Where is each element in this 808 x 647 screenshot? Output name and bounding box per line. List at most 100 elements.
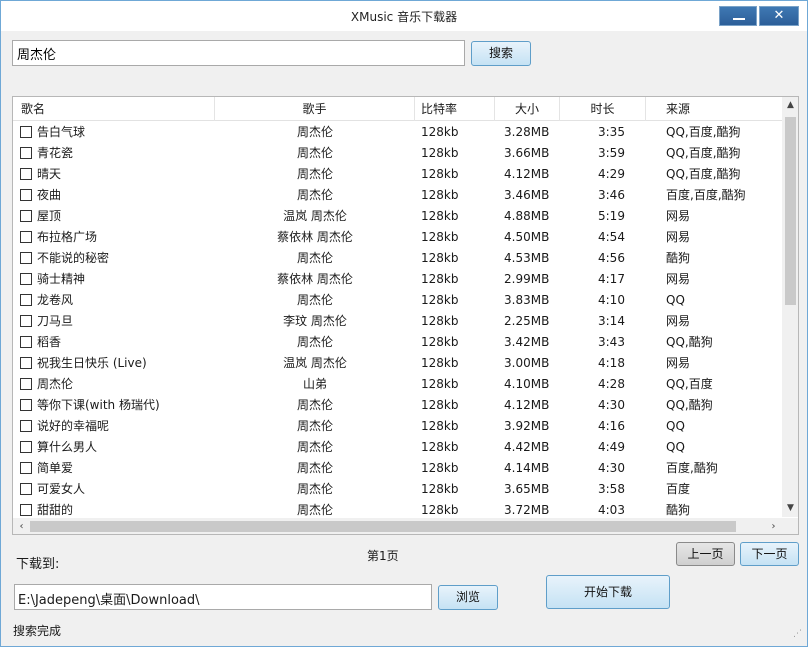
cell-bitrate: 128kb	[421, 209, 459, 223]
cell-name: 可爱女人	[37, 482, 86, 496]
cell-bitrate: 128kb	[421, 398, 459, 412]
scroll-down-icon[interactable]: ▼	[782, 500, 798, 517]
row-checkbox[interactable]	[20, 189, 32, 201]
row-checkbox[interactable]	[20, 357, 32, 369]
table-row[interactable]: 稻香 周杰伦 128kb 3.42MB 3:43 QQ,酷狗	[13, 332, 782, 353]
cell-duration: 4:56	[598, 251, 625, 265]
horizontal-scrollbar[interactable]: ‹ ›	[13, 518, 798, 534]
table-row[interactable]: 晴天 周杰伦 128kb 4.12MB 4:29 QQ,百度,酷狗	[13, 164, 782, 185]
cell-source: QQ	[666, 440, 685, 454]
cell-bitrate: 128kb	[421, 125, 459, 139]
close-button[interactable]: ✕	[759, 6, 799, 26]
row-checkbox[interactable]	[20, 168, 32, 180]
resize-grip-icon[interactable]: ⋰	[793, 629, 805, 641]
column-header-size[interactable]: 大小	[495, 97, 560, 121]
cell-bitrate: 128kb	[421, 419, 459, 433]
table-row[interactable]: 等你下课(with 杨瑞代) 周杰伦 128kb 4.12MB 4:30 QQ,酷狗	[13, 395, 782, 416]
row-checkbox[interactable]	[20, 483, 32, 495]
row-checkbox[interactable]	[20, 504, 32, 516]
scroll-left-icon[interactable]: ‹	[13, 518, 30, 534]
table-row[interactable]: 算什么男人 周杰伦 128kb 4.42MB 4:49 QQ	[13, 437, 782, 458]
cell-singer: 周杰伦	[296, 482, 333, 496]
cell-size: 3.28MB	[504, 125, 550, 139]
column-header-source[interactable]: 来源	[646, 97, 782, 121]
horizontal-scroll-thumb[interactable]	[30, 521, 736, 532]
column-header-name[interactable]: 歌名	[13, 97, 215, 121]
vertical-scrollbar[interactable]: ▲ ▼	[782, 97, 798, 517]
table-row[interactable]: 龙卷风 周杰伦 128kb 3.83MB 4:10 QQ	[13, 290, 782, 311]
cell-name: 刀马旦	[37, 314, 74, 328]
table-row[interactable]: 骑士精神 蔡依林 周杰伦 128kb 2.99MB 4:17 网易	[13, 269, 782, 290]
cell-singer: 周杰伦	[296, 251, 333, 265]
cell-size: 4.12MB	[504, 167, 550, 181]
table-row[interactable]: 周杰伦 山弟 128kb 4.10MB 4:28 QQ,百度	[13, 374, 782, 395]
browse-button[interactable]: 浏览	[438, 585, 498, 610]
cell-size: 4.12MB	[504, 398, 550, 412]
results-table: 歌名 歌手 比特率 大小 时长 来源 告白气球 周杰伦 128kb 3.28MB 3:3…	[12, 96, 799, 535]
row-checkbox[interactable]	[20, 210, 32, 222]
cell-source: 网易	[666, 272, 691, 286]
cell-bitrate: 128kb	[421, 482, 459, 496]
download-label: 下载到:	[16, 557, 60, 572]
row-checkbox[interactable]	[20, 294, 32, 306]
table-row[interactable]: 夜曲 周杰伦 128kb 3.46MB 3:46 百度,百度,酷狗	[13, 185, 782, 206]
table-row[interactable]: 可爱女人 周杰伦 128kb 3.65MB 3:58 百度	[13, 479, 782, 500]
column-header-duration[interactable]: 时长	[560, 97, 646, 121]
cell-singer: 周杰伦	[296, 146, 333, 160]
table-row[interactable]: 告白气球 周杰伦 128kb 3.28MB 3:35 QQ,百度,酷狗	[13, 122, 782, 143]
row-checkbox[interactable]	[20, 147, 32, 159]
cell-name: 晴天	[37, 167, 62, 181]
start-download-button[interactable]: 开始下载	[546, 575, 670, 609]
cell-singer: 温岚 周杰伦	[283, 209, 347, 223]
cell-singer: 李玟 周杰伦	[283, 314, 347, 328]
row-checkbox[interactable]	[20, 252, 32, 264]
row-checkbox[interactable]	[20, 441, 32, 453]
table-row[interactable]: 布拉格广场 蔡依林 周杰伦 128kb 4.50MB 4:54 网易	[13, 227, 782, 248]
cell-bitrate: 128kb	[421, 146, 459, 160]
row-checkbox[interactable]	[20, 273, 32, 285]
search-button[interactable]: 搜索	[471, 41, 531, 66]
cell-source: QQ,酷狗	[666, 398, 713, 412]
row-checkbox[interactable]	[20, 420, 32, 432]
download-path-input[interactable]: E:\Jadepeng\桌面\Download\	[14, 584, 432, 610]
title-bar: XMusic 音乐下载器 ✕	[1, 1, 807, 31]
row-checkbox[interactable]	[20, 336, 32, 348]
cell-size: 3.65MB	[504, 482, 550, 496]
row-checkbox[interactable]	[20, 462, 32, 474]
table-row[interactable]: 刀马旦 李玟 周杰伦 128kb 2.25MB 3:14 网易	[13, 311, 782, 332]
minimize-button[interactable]	[719, 6, 757, 26]
row-checkbox[interactable]	[20, 126, 32, 138]
row-checkbox[interactable]	[20, 378, 32, 390]
cell-source: QQ,百度	[666, 377, 713, 391]
cell-duration: 3:58	[598, 482, 625, 496]
table-row[interactable]: 说好的幸福呢 周杰伦 128kb 3.92MB 4:16 QQ	[13, 416, 782, 437]
prev-page-button[interactable]: 上一页	[676, 542, 735, 566]
cell-source: 酷狗	[666, 251, 691, 265]
table-row[interactable]: 祝我生日快乐 (Live) 温岚 周杰伦 128kb 3.00MB 4:18 网易	[13, 353, 782, 374]
row-checkbox[interactable]	[20, 399, 32, 411]
table-row[interactable]: 青花瓷 周杰伦 128kb 3.66MB 3:59 QQ,百度,酷狗	[13, 143, 782, 164]
cell-size: 3.83MB	[504, 293, 550, 307]
table-row[interactable]: 不能说的秘密 周杰伦 128kb 4.53MB 4:56 酷狗	[13, 248, 782, 269]
column-header-bitrate[interactable]: 比特率	[415, 97, 495, 121]
cell-duration: 4:30	[598, 398, 625, 412]
vertical-scroll-thumb[interactable]	[785, 117, 796, 305]
cell-source: 百度,百度,酷狗	[666, 188, 746, 202]
cell-size: 3.92MB	[504, 419, 550, 433]
scroll-right-icon[interactable]: ›	[765, 518, 782, 534]
next-page-button[interactable]: 下一页	[740, 542, 799, 566]
table-row[interactable]: 简单爱 周杰伦 128kb 4.14MB 4:30 百度,酷狗	[13, 458, 782, 479]
cell-name: 简单爱	[37, 461, 74, 475]
app-window: XMusic 音乐下载器 ✕ 搜索 歌名 歌手 比特率 大小 时长 来源 告白气…	[0, 0, 808, 647]
row-checkbox[interactable]	[20, 315, 32, 327]
row-checkbox[interactable]	[20, 231, 32, 243]
cell-name: 夜曲	[37, 188, 62, 202]
cell-size: 3.42MB	[504, 335, 550, 349]
cell-singer: 周杰伦	[296, 188, 333, 202]
column-header-singer[interactable]: 歌手	[215, 97, 415, 121]
search-input[interactable]	[12, 40, 465, 66]
cell-name: 说好的幸福呢	[37, 419, 110, 433]
cell-duration: 4:30	[598, 461, 625, 475]
scroll-up-icon[interactable]: ▲	[782, 97, 798, 114]
table-row[interactable]: 屋顶 温岚 周杰伦 128kb 4.88MB 5:19 网易	[13, 206, 782, 227]
